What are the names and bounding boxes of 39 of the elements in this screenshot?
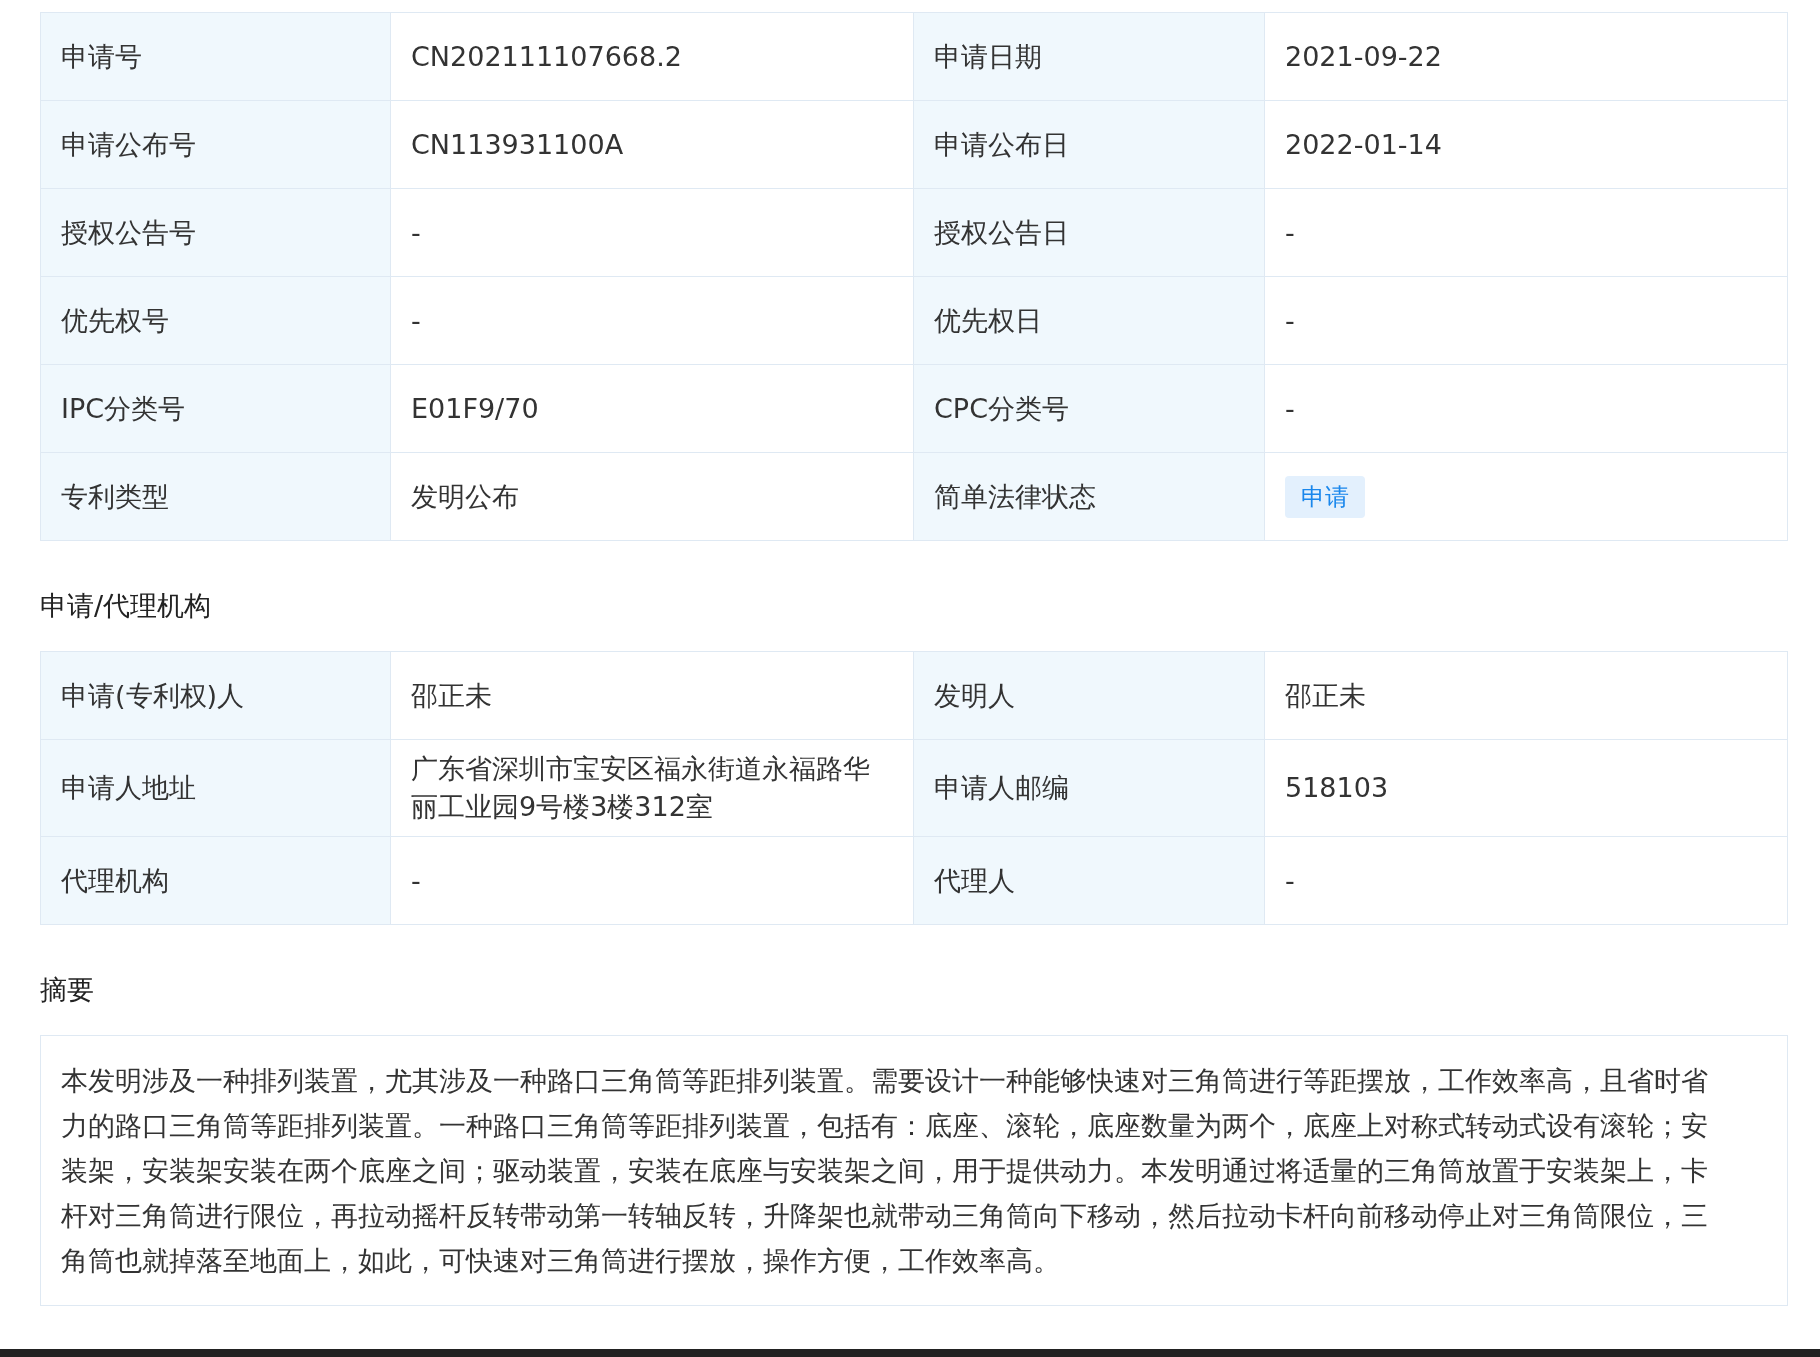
field-value: -: [1265, 277, 1788, 365]
field-label: 代理机构: [41, 837, 391, 925]
field-value: -: [1265, 365, 1788, 453]
field-label: 申请公布日: [914, 101, 1265, 189]
field-value: E01F9/70: [391, 365, 914, 453]
field-label: 申请人邮编: [914, 740, 1265, 837]
field-value: -: [391, 277, 914, 365]
field-label: 申请(专利权)人: [41, 652, 391, 740]
field-label: IPC分类号: [41, 365, 391, 453]
field-label: 申请公布号: [41, 101, 391, 189]
field-label: 简单法律状态: [914, 453, 1265, 541]
section-title: 摘要: [40, 973, 94, 1007]
field-value: -: [1265, 189, 1788, 277]
section-title: 申请/代理机构: [40, 589, 212, 623]
field-value: -: [1265, 837, 1788, 925]
field-label: 申请人地址: [41, 740, 391, 837]
field-value: 广东省深圳市宝安区福永街道永福路华丽工业园9号楼3楼312室: [391, 740, 914, 837]
field-label: 发明人: [914, 652, 1265, 740]
abstract-text: 本发明涉及一种排列装置，尤其涉及一种路口三角筒等距排列装置。需要设计一种能够快速对三角筒进行等距摆放，工作效率高，且省时省力的路口三角筒等距排列装置。一种路口三角筒等距排列装置，包括有：底座、滚轮，底座数量为两个，底座上对称式转动式设有滚轮；安装架，安装架安装在两个底座之间；驱动装置，安装在底座与安装架之间，用于提供动力。本发明通过将适量的三角筒放置于安装架上，卡杆对三角筒进行限位，再拉动摇杆反转带动第一转轴反转，升降架也就带动三角筒向下移动，然后拉动卡杆向前移动停止对三角筒限位，三角筒也就掉落至地面上，如此，可快速对三角筒进行摆放，操作方便，工作效率高。: [40, 1035, 1788, 1306]
field-label: 申请号: [41, 13, 391, 101]
field-value: 2021-09-22: [1265, 13, 1788, 101]
field-value: 发明公布: [391, 453, 914, 541]
field-label: 申请日期: [914, 13, 1265, 101]
field-label: 代理人: [914, 837, 1265, 925]
field-label: 专利类型: [41, 453, 391, 541]
field-label: 优先权号: [41, 277, 391, 365]
field-value: CN113931100A: [391, 101, 914, 189]
field-value: -: [391, 837, 914, 925]
field-label: CPC分类号: [914, 365, 1265, 453]
field-label: 优先权日: [914, 277, 1265, 365]
field-label: 授权公告号: [41, 189, 391, 277]
field-value: 2022-01-14: [1265, 101, 1788, 189]
field-value: 邵正未: [1265, 652, 1788, 740]
status-tag: 申请: [1285, 475, 1365, 518]
field-value: 518103: [1265, 740, 1788, 837]
field-value: CN202111107668.2: [391, 13, 914, 101]
field-value: 邵正未: [391, 652, 914, 740]
field-value: -: [391, 189, 914, 277]
field-label: 授权公告日: [914, 189, 1265, 277]
